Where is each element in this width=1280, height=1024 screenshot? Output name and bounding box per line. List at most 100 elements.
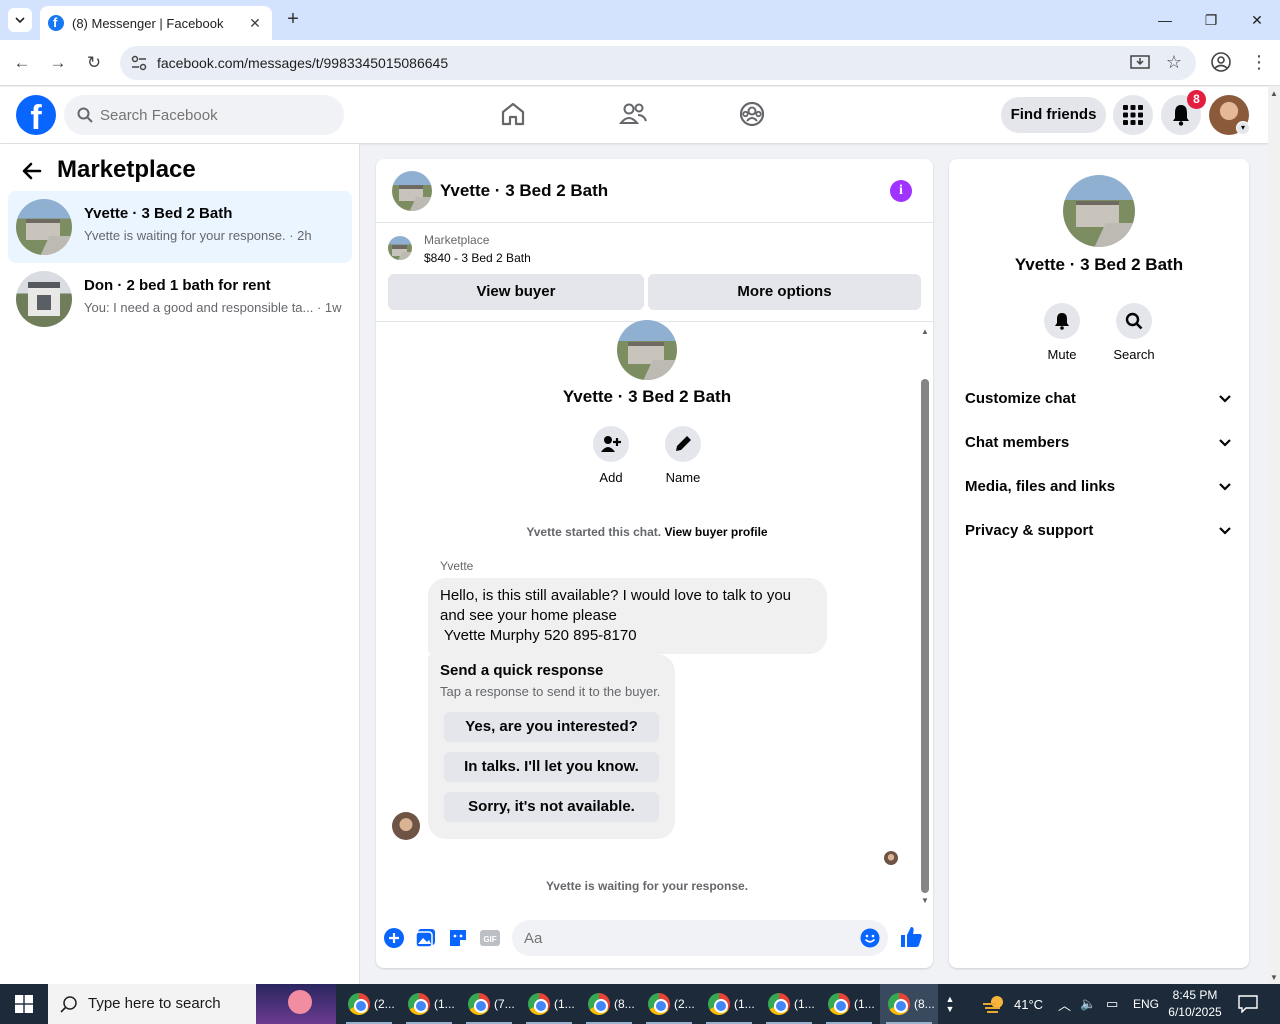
quick-response-button[interactable]: Yes, are you interested?	[444, 712, 659, 742]
reload-button[interactable]: ↻	[82, 51, 106, 75]
like-thumb-icon[interactable]	[899, 925, 923, 949]
taskbar-search[interactable]: Type here to search	[48, 984, 336, 1024]
forward-button[interactable]: →	[46, 51, 70, 75]
quick-response-button[interactable]: Sorry, it's not available.	[444, 792, 659, 822]
search-action[interactable]: Search	[1104, 303, 1164, 362]
sticker-icon[interactable]	[447, 927, 469, 949]
back-arrow-icon[interactable]	[20, 159, 44, 183]
scrollbar-thumb[interactable]	[921, 379, 929, 893]
chat-title[interactable]: Yvette · 3 Bed 2 Bath	[440, 181, 608, 201]
tab-search-button[interactable]	[8, 8, 32, 32]
find-friends-button[interactable]: Find friends	[1001, 97, 1106, 133]
chat-avatar[interactable]	[392, 171, 432, 211]
home-icon[interactable]	[498, 99, 528, 129]
view-buyer-profile-link[interactable]: View buyer profile	[664, 525, 767, 539]
facebook-search-input[interactable]	[100, 95, 330, 135]
intro-name: Yvette · 3 Bed 2 Bath	[562, 387, 732, 406]
conversation-item[interactable]: Yvette · 3 Bed 2 Bath Yvette is waiting …	[8, 191, 352, 263]
scroll-down-arrow-icon[interactable]: ▼	[1270, 973, 1278, 982]
notification-center-button[interactable]	[1238, 984, 1258, 1024]
bookmark-star-icon[interactable]: ☆	[1166, 52, 1182, 73]
browser-tab-messenger[interactable]: (8) Messenger | Facebook ✕	[40, 6, 272, 40]
scroll-up-arrow-icon[interactable]: ▲	[1270, 89, 1278, 98]
add-action-label: Add	[599, 470, 623, 485]
incoming-message-bubble[interactable]: Hello, is this still available? I would …	[428, 578, 827, 654]
add-action[interactable]: Add	[581, 426, 641, 485]
facebook-search[interactable]	[64, 95, 344, 135]
taskbar-scroll-arrows[interactable]: ▲ ▼	[944, 984, 956, 1024]
photo-icon[interactable]	[415, 927, 437, 949]
chrome-icon	[768, 993, 790, 1015]
message-input-box[interactable]	[512, 920, 888, 956]
conversation-item[interactable]: Don · 2 bed 1 bath for rent You: I need …	[8, 263, 352, 335]
mute-label: Mute	[1047, 347, 1077, 362]
media-files-links-section[interactable]: Media, files and links	[957, 467, 1241, 507]
info-icon[interactable]: i	[890, 180, 912, 202]
chat-members-section[interactable]: Chat members	[957, 423, 1241, 463]
start-button[interactable]	[0, 984, 48, 1024]
page-scrollbar[interactable]: ▲ ▼	[1268, 87, 1280, 984]
site-settings-icon[interactable]	[130, 54, 148, 72]
scroll-up-arrow-icon[interactable]: ▲	[921, 327, 929, 336]
customize-chat-section[interactable]: Customize chat	[957, 379, 1241, 419]
weather-widget[interactable]: 41°C	[982, 984, 1043, 1024]
waiting-notice: Yvette is waiting for your response.	[545, 879, 749, 893]
message-line: and see your home please	[440, 607, 617, 624]
menu-grid-button[interactable]	[1113, 95, 1153, 135]
facebook-logo-icon[interactable]: f	[16, 95, 56, 135]
scroll-down-arrow-icon[interactable]: ▼	[921, 896, 929, 905]
chat-scrollbar[interactable]: ▲ ▼	[918, 327, 930, 905]
taskbar-chrome-window[interactable]: (1...	[760, 984, 818, 1024]
conversation-name: Don · 2 bed 1 bath for rent	[84, 277, 271, 294]
taskbar-chrome-window[interactable]: (2...	[340, 984, 398, 1024]
sender-avatar[interactable]	[392, 812, 420, 840]
chrome-icon	[468, 993, 490, 1015]
taskbar-chrome-window-active[interactable]: (8...	[880, 984, 938, 1024]
weather-temp: 41°C	[1014, 996, 1044, 1012]
taskbar-chrome-window[interactable]: (1...	[700, 984, 758, 1024]
browser-profile-icon[interactable]	[1210, 51, 1232, 73]
account-chevron-down-icon[interactable]: ▾	[1236, 121, 1250, 135]
chevron-down-icon	[15, 17, 25, 23]
back-button[interactable]: ←	[10, 51, 34, 75]
language-indicator[interactable]: ENG	[1133, 984, 1159, 1024]
volume-icon[interactable]: 🔈	[1080, 984, 1096, 1024]
window-close-button[interactable]: ✕	[1242, 8, 1272, 32]
plus-circle-icon[interactable]	[383, 927, 405, 949]
taskbar-chrome-window[interactable]: (7...	[460, 984, 518, 1024]
taskbar-chrome-window[interactable]: (1...	[520, 984, 578, 1024]
chrome-icon	[708, 993, 730, 1015]
address-bar[interactable]: facebook.com/messages/t/9983345015086645…	[120, 46, 1196, 80]
name-action[interactable]: Name	[653, 426, 713, 485]
groups-icon[interactable]	[737, 99, 767, 129]
chevron-down-icon	[1219, 439, 1231, 447]
url-text[interactable]: facebook.com/messages/t/9983345015086645	[157, 55, 448, 71]
grid-menu-icon	[1123, 105, 1143, 125]
clock[interactable]: 8:45 PM 6/10/2025	[1160, 987, 1230, 1021]
quick-response-button[interactable]: In talks. I'll let you know.	[444, 752, 659, 782]
new-tab-button[interactable]: +	[282, 9, 304, 31]
emoji-icon[interactable]	[860, 928, 880, 948]
show-hidden-icons-button[interactable]: ︿	[1058, 984, 1071, 1024]
install-app-icon[interactable]	[1130, 54, 1150, 72]
conversation-snippet: Yvette is waiting for your response. · 2…	[84, 228, 312, 243]
friends-icon[interactable]	[618, 99, 648, 129]
more-options-button[interactable]: More options	[648, 274, 921, 310]
mute-action[interactable]: Mute	[1032, 303, 1092, 362]
quick-response-title: Send a quick response	[440, 662, 604, 679]
restore-button[interactable]: ❐	[1196, 8, 1226, 32]
taskbar-chrome-window[interactable]: (1...	[820, 984, 878, 1024]
network-icon[interactable]: ▭	[1106, 984, 1118, 1024]
search-highlight-image	[256, 984, 336, 1024]
taskbar-chrome-window[interactable]: (2...	[640, 984, 698, 1024]
taskbar-chrome-window[interactable]: (8...	[580, 984, 638, 1024]
view-buyer-button[interactable]: View buyer	[388, 274, 644, 310]
marketplace-sidebar: Marketplace Yvette · 3 Bed 2 Bath Yvette…	[0, 144, 360, 984]
minimize-button[interactable]: —	[1150, 8, 1180, 32]
taskbar-chrome-window[interactable]: (1...	[400, 984, 458, 1024]
browser-menu-icon[interactable]: ⋮	[1250, 52, 1268, 72]
privacy-support-section[interactable]: Privacy & support	[957, 511, 1241, 551]
tab-close-icon[interactable]: ✕	[246, 15, 264, 32]
message-input[interactable]	[524, 920, 844, 956]
gif-icon[interactable]: GIF	[479, 927, 501, 949]
